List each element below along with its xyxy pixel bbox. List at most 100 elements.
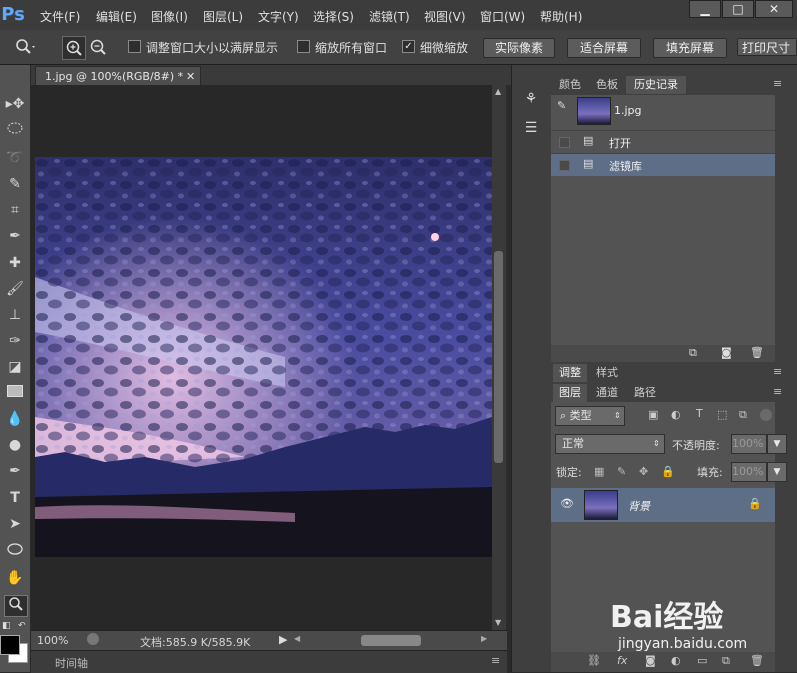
status-menu-arrow-icon[interactable]: ▶ [279,633,287,646]
tab-adjustments[interactable]: 调整 [553,364,587,382]
menu-file[interactable]: 文件(F) [40,8,80,25]
new-document-from-state-icon[interactable]: ⧉ [689,346,697,360]
delete-state-icon[interactable]: 🗑 [750,346,764,359]
eraser-tool-icon[interactable]: ◪ [4,357,26,377]
lock-all-icon[interactable]: 🔒 [661,465,675,478]
filter-smart-object-icon[interactable]: ⧉ [739,408,747,422]
lock-image-pixels-icon[interactable]: ✎ [617,465,626,478]
tab-styles[interactable]: 样式 [590,364,624,382]
foreground-color-swatch[interactable] [0,635,20,655]
brush-tool-icon[interactable]: 🖌 [4,279,26,299]
close-tab-icon[interactable]: ✕ [186,67,195,86]
dodge-tool-icon[interactable]: ● [4,435,26,455]
menu-edit[interactable]: 编辑(E) [96,8,137,25]
quick-selection-tool-icon[interactable]: ✎ [4,174,26,194]
resize-windows-checkbox[interactable] [128,40,141,53]
history-snapshot-thumbnail[interactable] [577,97,611,125]
type-tool-icon[interactable]: T [4,488,26,508]
history-brush-tool-icon[interactable]: ✑ [4,331,26,351]
history-source-checkbox[interactable] [559,137,570,148]
adjustments-panel-menu-icon[interactable]: ≡ [773,365,782,378]
filter-shape-icon[interactable]: ⬚ [717,408,727,421]
scroll-left-icon[interactable]: ◀ [294,634,300,643]
path-selection-tool-icon[interactable]: ➤ [4,514,26,534]
move-tool-icon[interactable]: ▸✥ [4,94,26,114]
zoom-out-icon[interactable] [87,36,109,58]
tab-history[interactable]: 历史记录 [626,76,686,94]
lock-position-icon[interactable]: ✥ [639,465,648,478]
brush-presets-icon[interactable]: ☰ [522,120,540,138]
zoom-level[interactable]: 100% [37,634,68,647]
pen-tool-icon[interactable]: ✒ [4,461,26,481]
actual-pixels-button[interactable]: 实际像素 [483,38,555,58]
tab-layers[interactable]: 图层 [553,384,587,402]
healing-brush-tool-icon[interactable]: ✚ [4,253,26,273]
print-size-button[interactable]: 打印尺寸 [737,38,797,56]
fill-dropdown-icon[interactable]: ▼ [767,462,787,482]
filter-toggle-switch[interactable] [760,409,772,421]
history-item-filter-gallery[interactable]: ▤ 滤镜库 [551,153,775,176]
history-source-checkbox[interactable] [559,160,570,171]
zoom-tool-preset-icon[interactable] [14,37,36,57]
crop-tool-icon[interactable]: ⌗ [4,200,26,220]
zoom-in-icon[interactable] [62,36,86,60]
blur-tool-icon[interactable]: 💧 [4,409,26,429]
menu-help[interactable]: 帮助(H) [540,8,582,25]
lock-transparent-pixels-icon[interactable]: ▦ [594,465,604,478]
vertical-scrollbar[interactable]: ▲ ▼ [492,85,506,630]
clone-stamp-tool-icon[interactable]: ⊥ [4,305,26,325]
tab-color[interactable]: 颜色 [553,76,587,94]
scrubby-zoom-checkbox[interactable]: ✓ [402,40,415,53]
swap-colors-icon[interactable]: ↶ [18,621,30,631]
history-item-open[interactable]: ▤ 打开 [551,130,775,153]
opacity-dropdown-icon[interactable]: ▼ [767,434,787,454]
menu-view[interactable]: 视图(V) [424,8,466,25]
scroll-up-icon[interactable]: ▲ [495,87,501,96]
menu-window[interactable]: 窗口(W) [480,8,525,25]
history-panel-menu-icon[interactable]: ≡ [773,77,782,90]
tab-swatches[interactable]: 色板 [590,76,624,94]
lasso-tool-icon[interactable]: ➰ [4,148,26,168]
tab-channels[interactable]: 通道 [590,384,624,402]
filter-adjustment-icon[interactable]: ◐ [671,408,681,421]
default-colors-icon[interactable]: ◧ [2,621,14,631]
document-status-icon[interactable] [87,633,99,645]
create-snapshot-icon[interactable]: ◙ [721,346,732,359]
scroll-down-icon[interactable]: ▼ [495,618,501,627]
menu-type[interactable]: 文字(Y) [258,8,299,25]
timeline-menu-icon[interactable]: ≡ [491,654,500,667]
horizontal-scroll-thumb[interactable] [361,635,421,646]
menu-filter[interactable]: 滤镜(T) [369,8,410,25]
zoom-tool-icon[interactable] [4,595,28,617]
fill-input[interactable]: 100% [731,462,767,482]
shape-tool-icon[interactable] [4,541,26,561]
fill-screen-button[interactable]: 填充屏幕 [653,38,727,58]
layer-thumbnail[interactable] [584,490,618,520]
menu-layer[interactable]: 图层(L) [203,8,243,25]
filter-type-icon[interactable]: T [696,407,703,420]
document-tab[interactable]: 1.jpg @ 100%(RGB/8#) * ✕ [35,66,201,86]
minimize-button[interactable]: ▁ [689,0,721,18]
close-button[interactable]: ✕ [755,0,793,18]
layer-filter-kind-select[interactable]: ⌕ 类型 ⇕ [555,406,625,426]
blend-mode-select[interactable]: 正常 ⇕ [555,434,665,454]
marquee-tool-icon[interactable] [4,121,26,141]
zoom-all-checkbox[interactable] [297,40,310,53]
eyedropper-tool-icon[interactable]: ✒ [4,226,26,246]
gradient-tool-icon[interactable] [4,383,26,403]
maximize-button[interactable]: □ [722,0,754,18]
menu-image[interactable]: 图像(I) [151,8,188,25]
layer-visibility-eye-icon[interactable]: 👁 [560,497,574,510]
layer-row-background[interactable]: 👁 背景 🔒 [551,488,775,522]
menu-select[interactable]: 选择(S) [313,8,354,25]
document-image[interactable] [35,157,492,557]
scroll-right-icon[interactable]: ▶ [481,634,487,643]
hand-tool-icon[interactable]: ✋ [4,568,26,588]
timeline-panel[interactable]: 时间轴 ≡ [31,650,507,673]
timeline-label[interactable]: 时间轴 [55,655,88,671]
fit-screen-button[interactable]: 适合屏幕 [567,38,641,58]
tool-presets-icon[interactable]: ⚘ [522,91,540,109]
history-brush-source-icon[interactable]: ✎ [557,99,571,113]
vertical-scroll-thumb[interactable] [494,251,503,463]
tab-paths[interactable]: 路径 [628,384,662,402]
